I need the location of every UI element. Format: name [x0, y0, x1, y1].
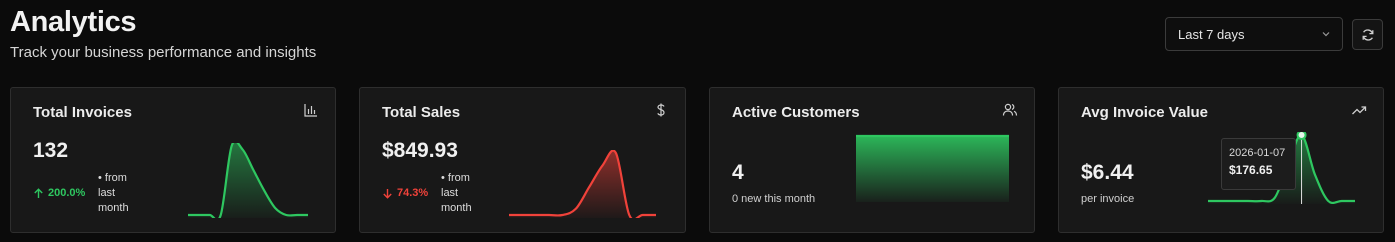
tooltip-value: $176.65 — [1229, 163, 1273, 177]
card-active-customers: Active Customers 4 0 new this month — [709, 87, 1035, 233]
tooltip-date: 2026-01-07 — [1229, 147, 1286, 159]
from-line: last — [441, 187, 459, 199]
sales-sparkline — [509, 150, 656, 218]
sales-change-value: 74.3% — [397, 187, 429, 199]
from-line: last — [98, 187, 116, 199]
customers-note: 0 new this month — [732, 193, 816, 205]
sparkline-area — [188, 143, 308, 218]
sales-value: $849.93 — [382, 139, 458, 162]
analytics-page: Analytics Track your business performanc… — [0, 0, 1395, 242]
invoices-change-value: 200.0% — [48, 187, 86, 199]
sparkline-area — [509, 150, 656, 218]
dollar-icon — [657, 103, 665, 117]
card-title: Active Customers — [732, 104, 860, 121]
customers-value: 4 — [732, 161, 744, 184]
arrow-down-icon — [383, 188, 392, 199]
customers-sparkline — [856, 134, 1009, 202]
date-range-select[interactable]: Last 7 days — [1165, 17, 1343, 51]
refresh-button[interactable] — [1352, 19, 1383, 50]
card-title: Total Invoices — [33, 104, 132, 121]
card-total-invoices: Total Invoices 132 200.0% • from last mo… — [10, 87, 336, 233]
arrow-up-icon — [34, 187, 43, 198]
page-subtitle: Track your business performance and insi… — [10, 44, 317, 61]
sales-change: 74.3% — [382, 187, 428, 199]
date-range-label: Last 7 days — [1178, 26, 1245, 42]
invoices-from-text: • from last month — [98, 171, 129, 216]
trending-up-icon — [1352, 106, 1367, 115]
invoices-value: 132 — [33, 139, 69, 162]
invoices-change: 200.0% — [33, 187, 85, 199]
sparkline-area — [856, 136, 1009, 202]
chart-tooltip: 2026-01-07 $176.65 — [1221, 138, 1296, 190]
card-title: Total Sales — [382, 104, 461, 121]
refresh-icon — [1362, 28, 1373, 41]
avg-invoice-note: per invoice — [1081, 193, 1135, 205]
bar-chart-icon — [304, 104, 317, 117]
from-line: • from — [441, 172, 470, 184]
chevron-down-icon — [1322, 32, 1330, 37]
card-total-sales: Total Sales $849.93 74.3% • from last mo… — [359, 87, 686, 233]
avg-invoice-value: $6.44 — [1081, 161, 1134, 184]
from-line: month — [441, 202, 472, 214]
users-icon — [1002, 103, 1018, 116]
page-title: Analytics — [10, 6, 137, 38]
card-title: Avg Invoice Value — [1081, 104, 1208, 121]
invoices-sparkline — [188, 143, 308, 218]
from-line: • from — [98, 172, 127, 184]
sales-from-text: • from last month — [441, 171, 472, 216]
sparkline-marker — [1296, 132, 1307, 140]
from-line: month — [98, 202, 129, 214]
